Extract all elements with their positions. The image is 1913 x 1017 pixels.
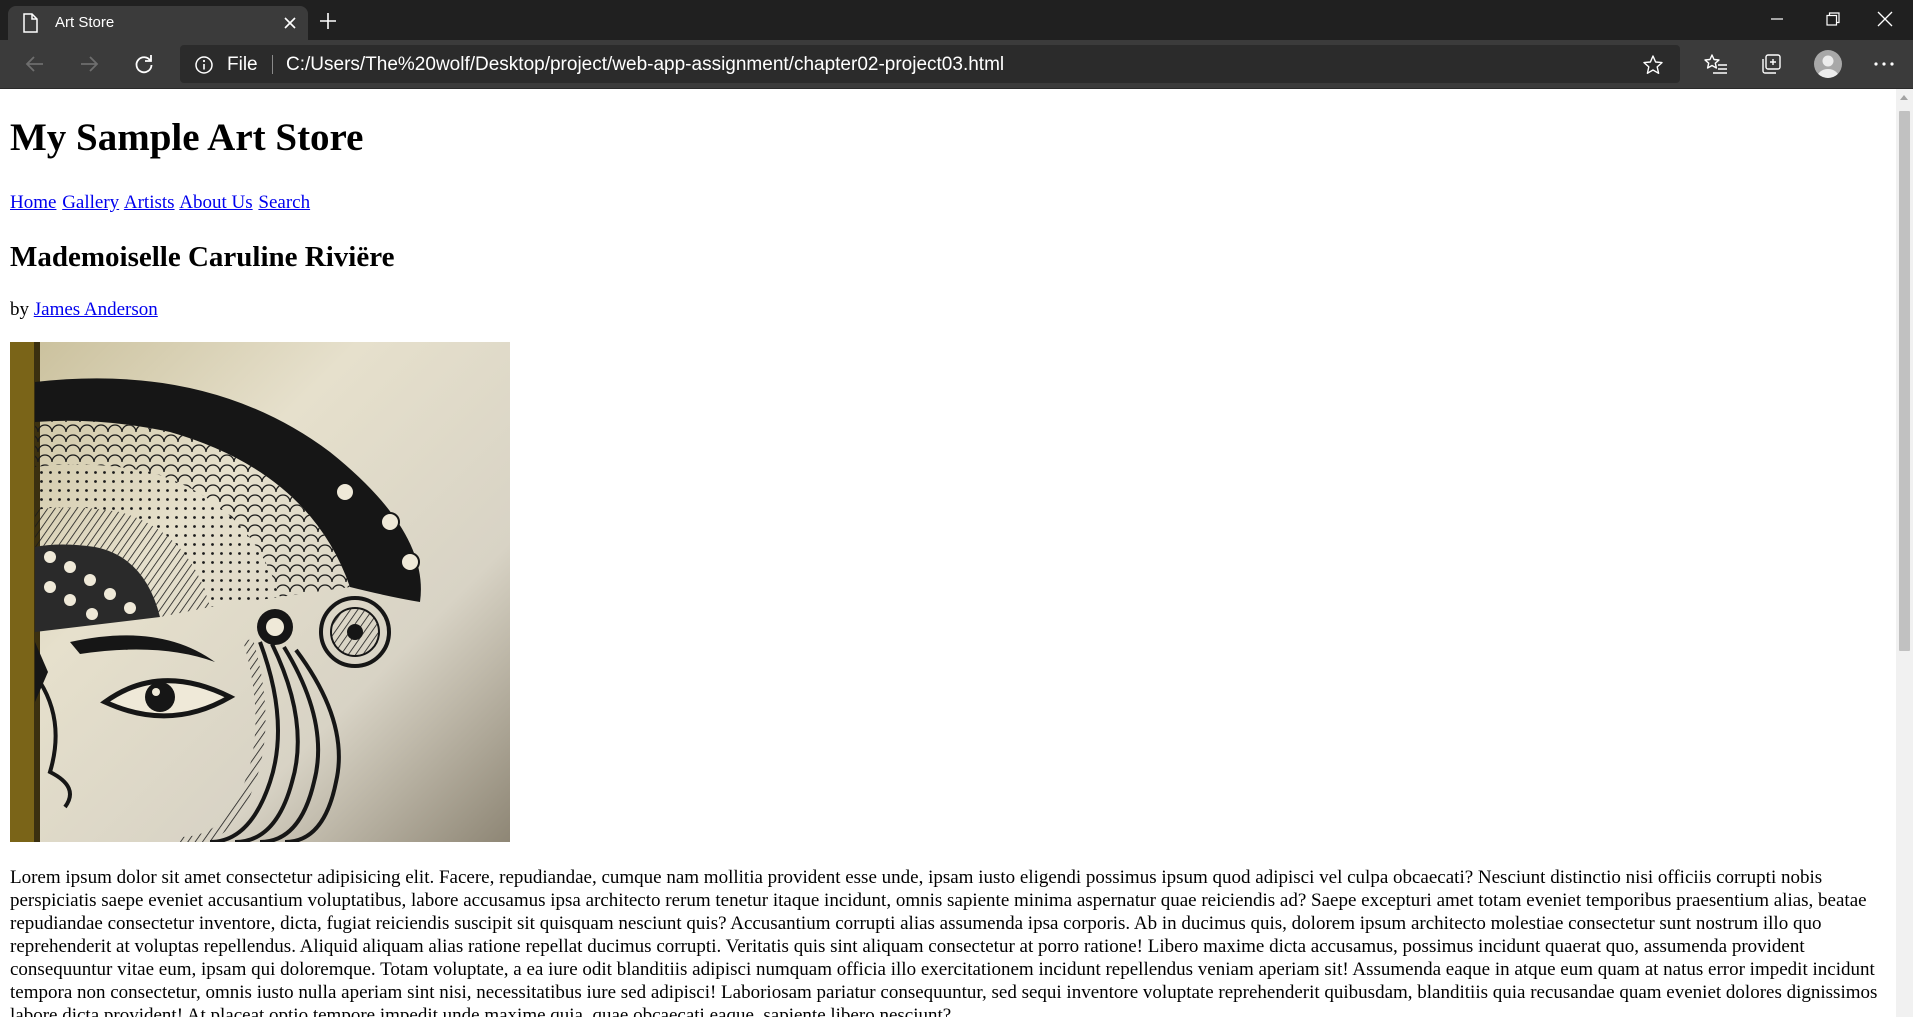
artwork-title: Mademoiselle Caruline Riviëre <box>10 240 395 273</box>
site-title: My Sample Art Store <box>10 116 364 159</box>
window-close-icon[interactable] <box>1857 0 1913 38</box>
close-icon[interactable] <box>280 13 300 33</box>
nav-link-artists[interactable]: Artists <box>124 192 175 213</box>
nav-link-home[interactable]: Home <box>10 192 56 213</box>
nav-link-search[interactable]: Search <box>258 192 310 213</box>
byline-prefix: by <box>10 299 29 321</box>
vertical-scrollbar[interactable] <box>1896 89 1913 1017</box>
active-tab[interactable]: Art Store <box>8 6 308 40</box>
browser-toolbar: File C:/Users/The%20wolf/Desktop/project… <box>0 40 1913 89</box>
address-bar[interactable]: File C:/Users/The%20wolf/Desktop/project… <box>180 45 1680 83</box>
info-icon[interactable] <box>194 55 214 80</box>
divider <box>272 55 273 74</box>
restore-icon[interactable] <box>1805 0 1861 38</box>
scrollbar-thumb[interactable] <box>1899 111 1910 651</box>
minimize-icon[interactable] <box>1749 0 1805 38</box>
nav-link-about-us[interactable]: About Us <box>179 192 252 213</box>
back-arrow-icon[interactable] <box>17 46 53 82</box>
forward-arrow-icon[interactable] <box>71 46 107 82</box>
collections-icon[interactable] <box>1753 46 1789 82</box>
url-text[interactable]: C:/Users/The%20wolf/Desktop/project/web-… <box>286 54 1004 76</box>
scroll-up-icon[interactable] <box>1900 95 1908 100</box>
nav-link-gallery[interactable]: Gallery <box>62 192 119 213</box>
page-icon <box>22 13 38 37</box>
address-chip[interactable]: File <box>227 54 258 76</box>
byline: by James Anderson <box>10 299 1886 322</box>
tab-title: Art Store <box>55 14 115 31</box>
artist-link[interactable]: James Anderson <box>34 299 158 320</box>
artwork-image <box>10 342 510 843</box>
artwork-description: Lorem ipsum dolor sit amet consectetur a… <box>10 867 1878 1017</box>
page-viewport: My Sample Art Store Home Gallery Artists… <box>0 89 1896 1017</box>
plus-icon[interactable] <box>315 8 341 34</box>
title-bar: Art Store <box>0 0 1913 40</box>
more-icon[interactable] <box>1866 46 1902 82</box>
profile-avatar[interactable] <box>1814 50 1842 78</box>
refresh-icon[interactable] <box>126 46 162 82</box>
favorites-list-icon[interactable] <box>1698 46 1734 82</box>
main-nav: Home Gallery Artists About Us Search <box>10 192 1886 215</box>
star-icon[interactable] <box>1642 54 1664 81</box>
